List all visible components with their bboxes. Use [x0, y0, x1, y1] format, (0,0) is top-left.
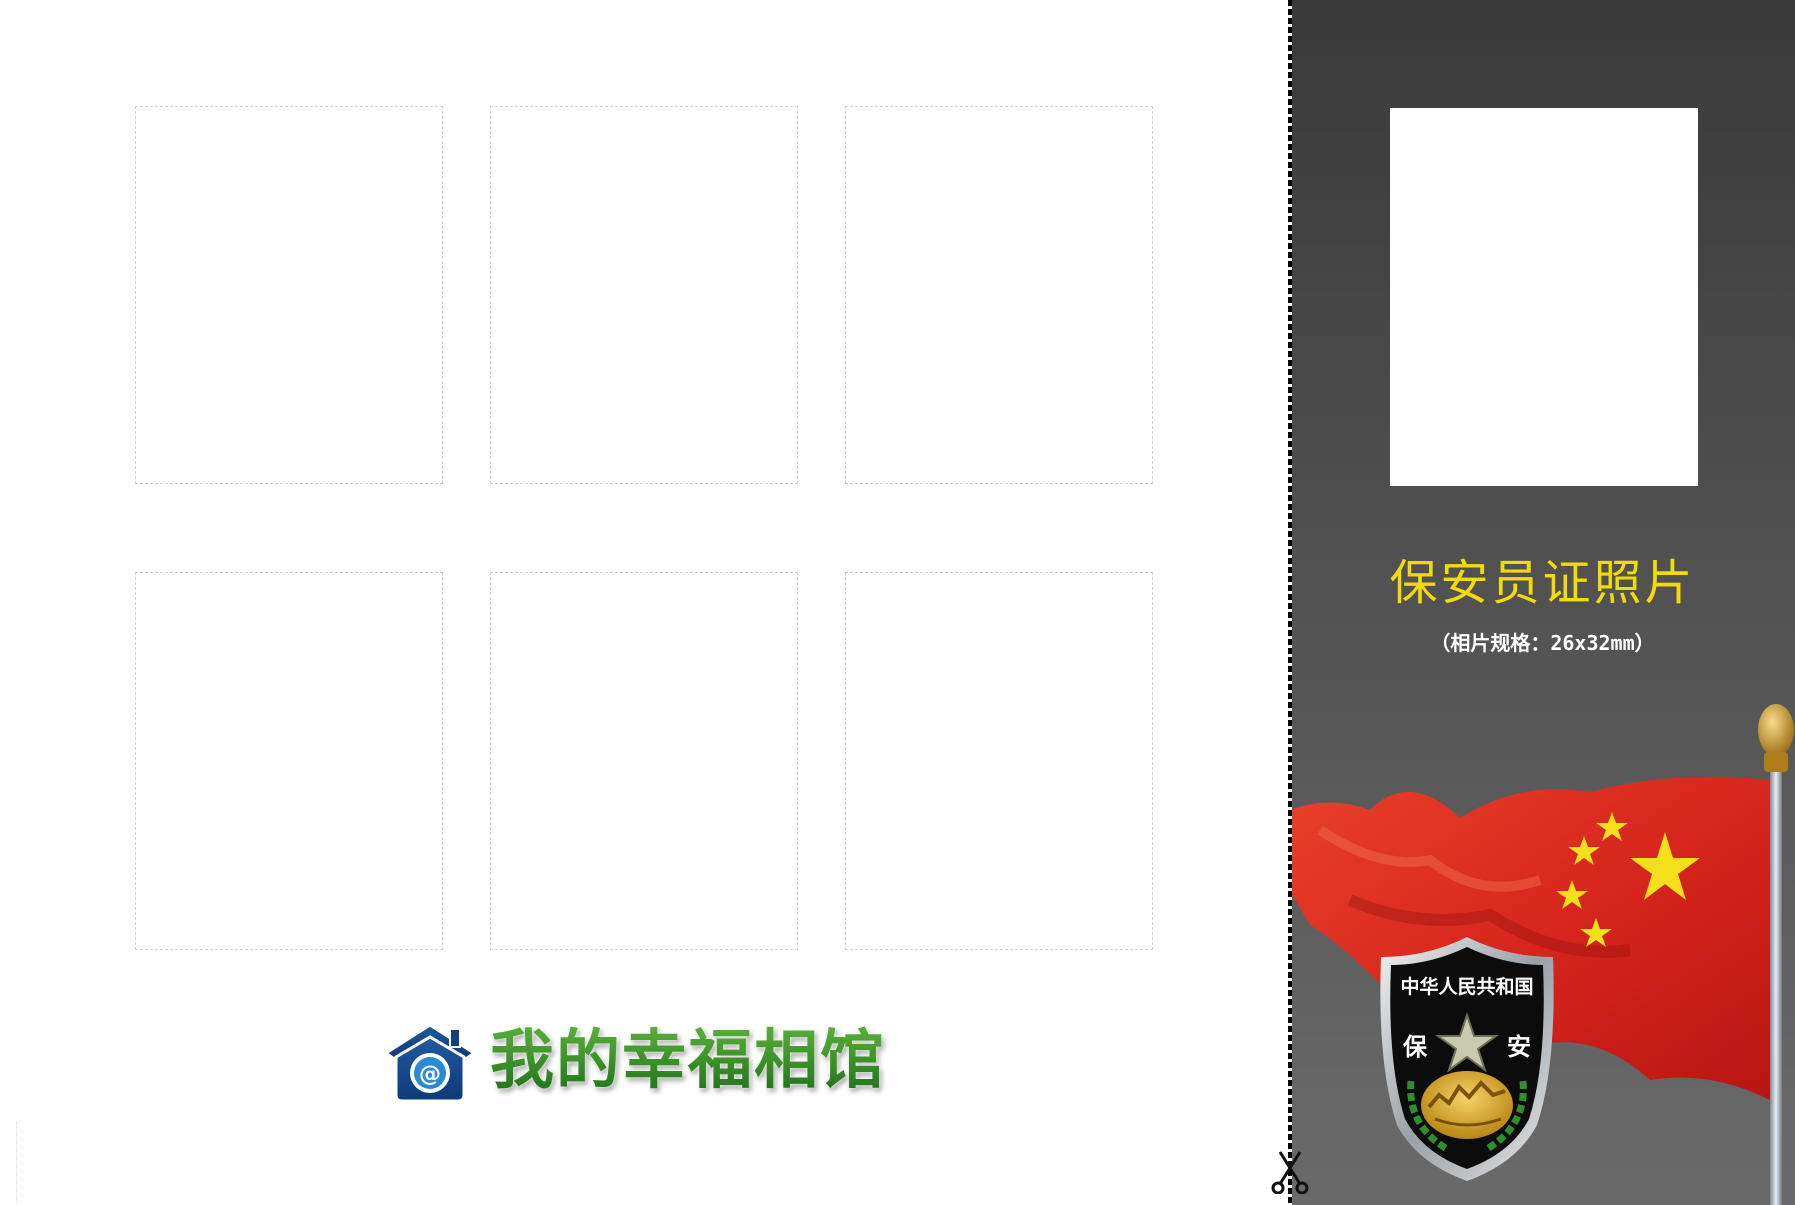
svg-text:@: @: [419, 1062, 441, 1087]
badge-left-char: 保: [1402, 1033, 1428, 1061]
margin-mark: [16, 1122, 17, 1202]
scissors-icon: [1271, 1151, 1309, 1194]
brand-name: 我的幸福相馆: [490, 1024, 886, 1098]
photo-slot: [490, 572, 798, 950]
cut-line: [1288, 0, 1292, 1205]
photo-slot: [845, 572, 1153, 950]
brand-logo: @ 我的幸福相馆: [380, 1015, 920, 1105]
house-at-icon: @: [383, 1023, 477, 1103]
photo-slot: [490, 106, 798, 484]
badge-right-char: 安: [1507, 1033, 1531, 1061]
badge-top-text: 中华人民共和国: [1400, 975, 1533, 998]
photo-slot: [135, 572, 443, 950]
id-photo-slot: [1390, 108, 1698, 486]
security-badge: 中华人民共和国 保 安: [1380, 937, 1554, 1181]
photo-slot: [135, 106, 443, 484]
panel-title: 保安员证照片: [1389, 555, 1696, 611]
photo-spec: （相片规格：26x32mm）: [1430, 631, 1655, 655]
id-photo-panel: 保安员证照片 （相片规格：26x32mm） 中华人民共和国 保 安: [1290, 0, 1795, 1205]
photo-slot: [845, 106, 1153, 484]
